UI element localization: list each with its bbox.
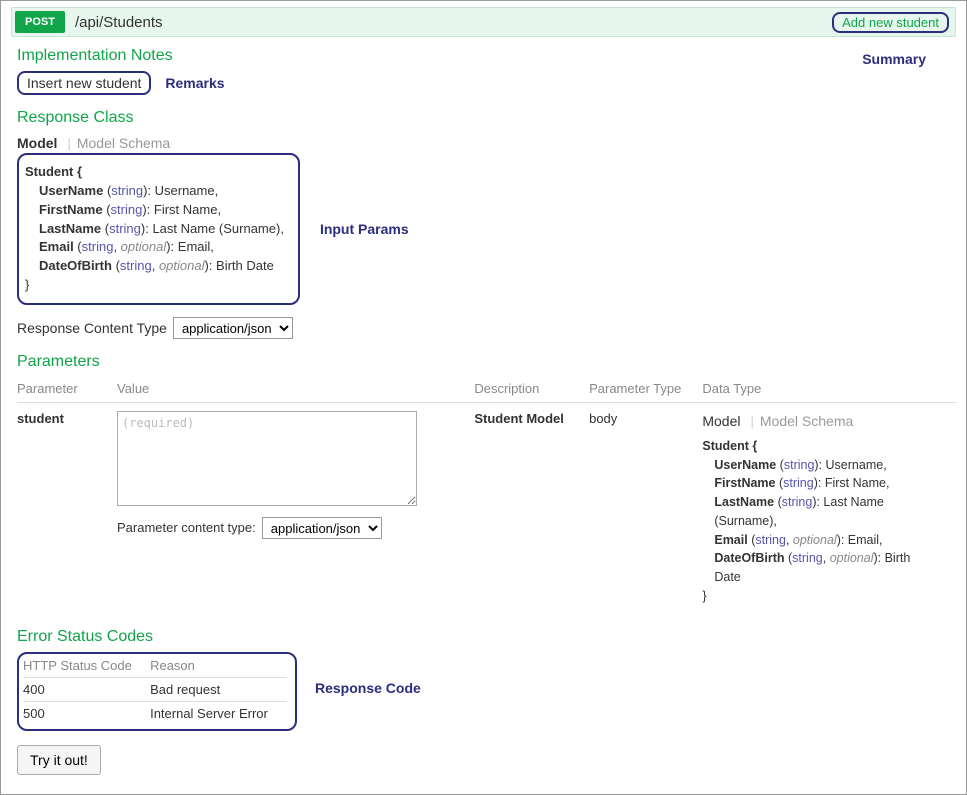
param-value-input[interactable] xyxy=(117,411,417,506)
annotation-remarks: Remarks xyxy=(165,75,224,91)
response-class-heading: Response Class xyxy=(17,109,956,127)
implementation-notes-heading: Implementation Notes xyxy=(17,47,956,65)
operation-header[interactable]: POST /api/Students Add new student xyxy=(11,7,956,37)
response-class-tabs: Model|Model Schema xyxy=(17,133,956,153)
datatype-tab-model-schema[interactable]: Model Schema xyxy=(760,411,857,431)
th-value: Value xyxy=(117,377,474,403)
param-type: body xyxy=(589,402,702,613)
response-model-box: Student { UserName (string): Username,Fi… xyxy=(17,153,300,305)
response-content-type-select[interactable]: application/json xyxy=(173,317,293,339)
parameters-table: Parameter Value Description Parameter Ty… xyxy=(17,377,956,614)
tab-model-schema[interactable]: Model Schema xyxy=(77,133,174,153)
error-status-codes-heading: Error Status Codes xyxy=(17,628,956,646)
response-content-type-label: Response Content Type xyxy=(17,320,167,336)
param-name: student xyxy=(17,402,117,613)
param-description: Student Model xyxy=(474,402,589,613)
th-description: Description xyxy=(474,377,589,403)
table-row: 400Bad request xyxy=(23,677,287,701)
try-it-out-button[interactable]: Try it out! xyxy=(17,745,101,775)
error-table: HTTP Status Code Reason 400Bad request50… xyxy=(23,656,287,725)
param-content-type-select[interactable]: application/json xyxy=(262,517,382,539)
th-parameter-type: Parameter Type xyxy=(589,377,702,403)
operation-summary[interactable]: Add new student xyxy=(832,12,949,33)
parameters-heading: Parameters xyxy=(17,353,956,371)
http-method-badge: POST xyxy=(15,11,65,33)
datatype-model: Student { UserName (string): Username,Fi… xyxy=(702,437,912,606)
annotation-response-code: Response Code xyxy=(315,680,421,696)
annotation-summary: Summary xyxy=(862,51,926,67)
param-data-type: Model|Model Schema Student { UserName (s… xyxy=(702,402,956,613)
datatype-tab-model[interactable]: Model xyxy=(702,411,744,431)
param-content-type-label: Parameter content type: xyxy=(117,520,256,535)
error-status-codes-box: HTTP Status Code Reason 400Bad request50… xyxy=(17,652,297,731)
th-http-status-code: HTTP Status Code xyxy=(23,656,150,678)
tab-model[interactable]: Model xyxy=(17,133,61,153)
annotation-input-params: Input Params xyxy=(320,221,409,237)
th-reason: Reason xyxy=(150,656,287,678)
table-row: student Parameter content type: applicat… xyxy=(17,402,956,613)
api-path: /api/Students xyxy=(75,14,163,31)
table-row: 500Internal Server Error xyxy=(23,701,287,725)
implementation-notes-text: Insert new student xyxy=(17,71,151,95)
th-data-type: Data Type xyxy=(702,377,956,403)
th-parameter: Parameter xyxy=(17,377,117,403)
